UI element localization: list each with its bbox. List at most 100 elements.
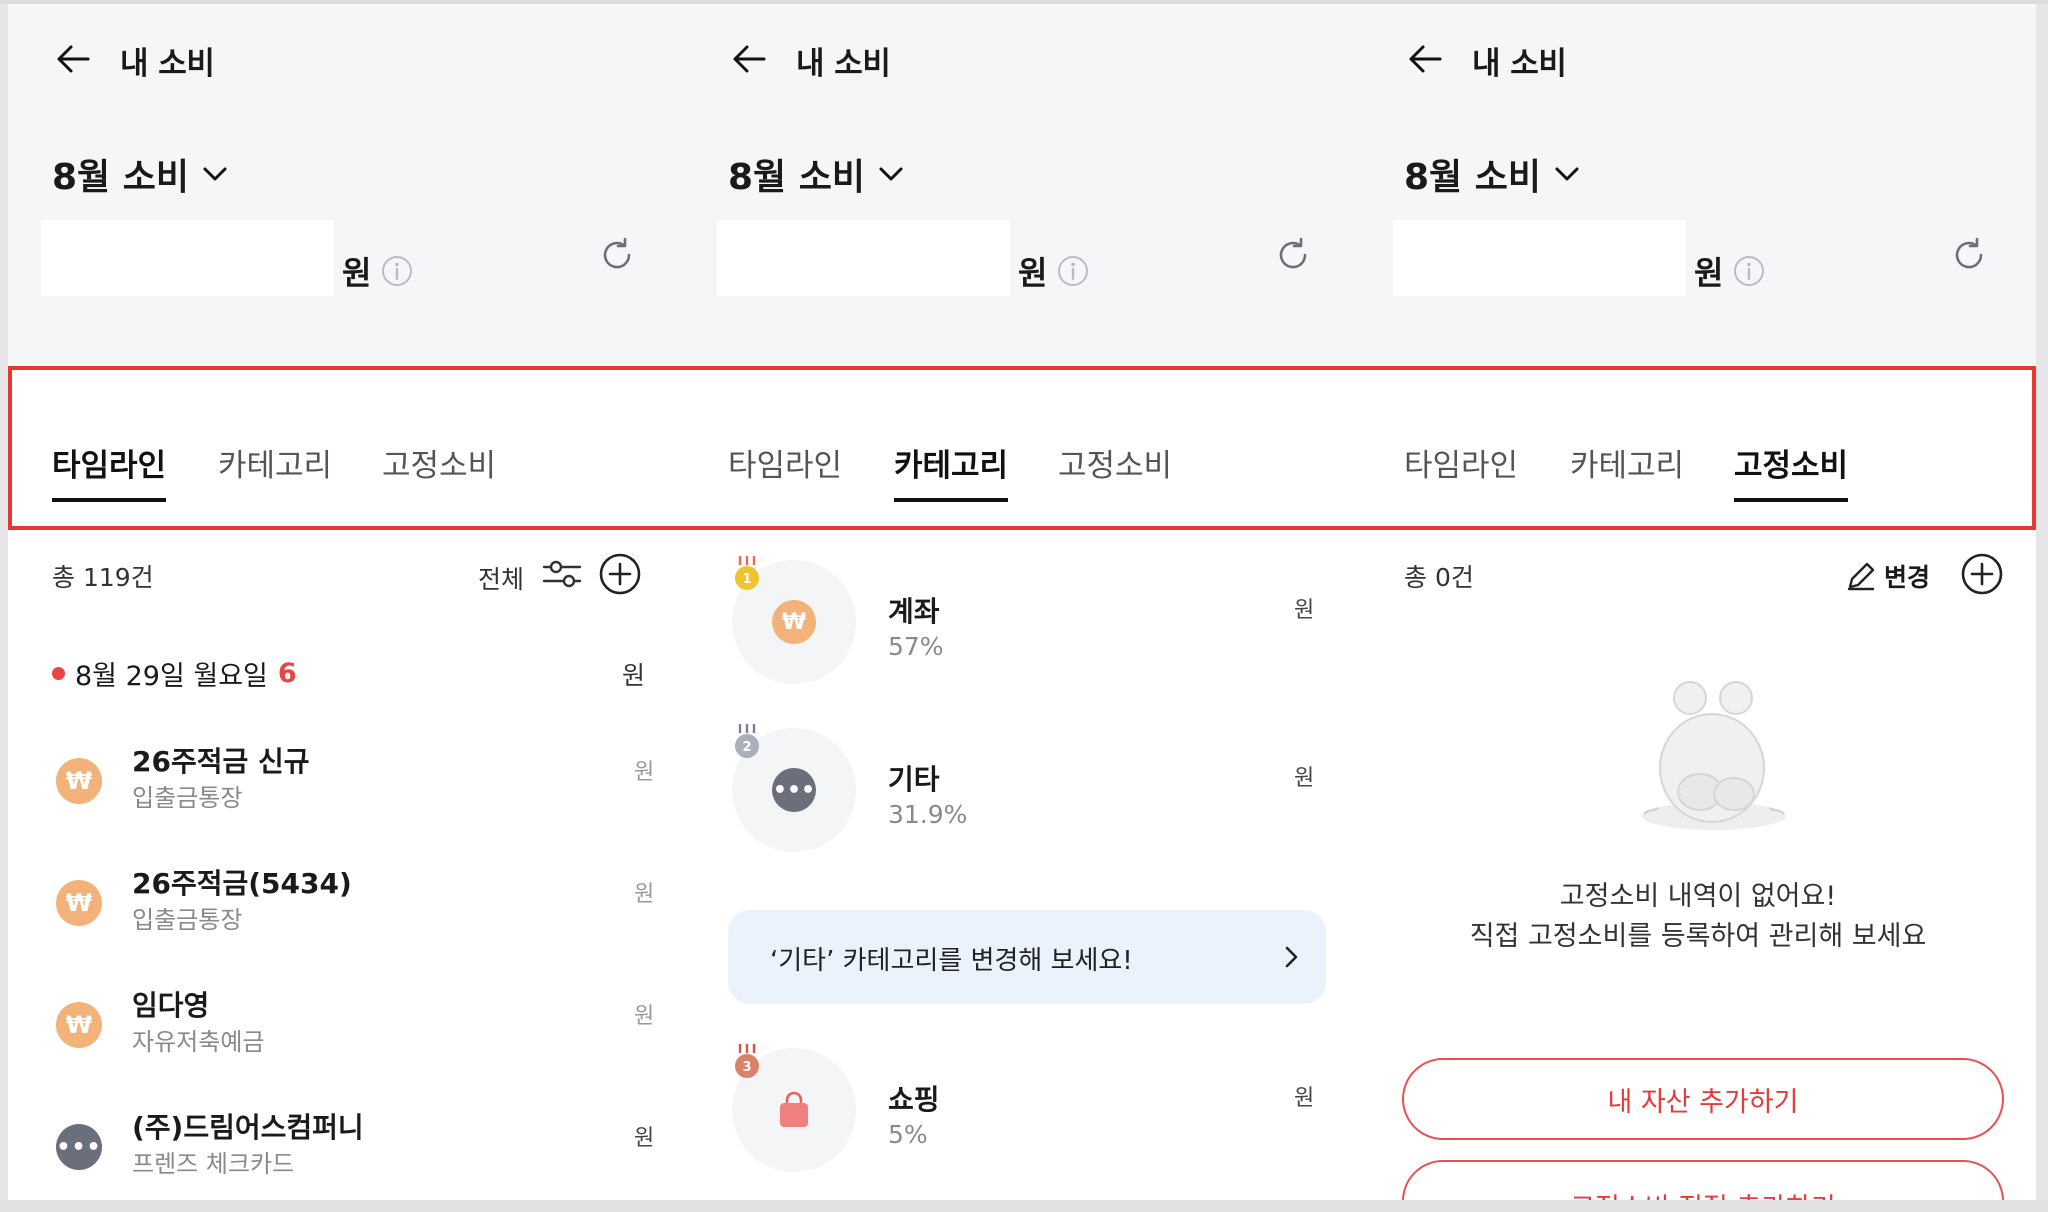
category-name: 기타 [888, 763, 940, 796]
tab-bar: 타임라인 카테고리 고정소비 [8, 404, 684, 514]
amount-redacted [717, 220, 1010, 296]
month-selector[interactable]: 8월 소비 [728, 148, 907, 200]
category-amount: 원 [1294, 598, 1315, 623]
today-dot [52, 667, 65, 680]
amount-currency: 원 [1694, 254, 1724, 292]
total-count: 총 0건 [1404, 563, 1474, 592]
won-coin-icon: ₩ [56, 758, 102, 804]
category-percent: 31.9% [888, 800, 968, 829]
back-arrow-icon[interactable] [52, 38, 94, 80]
screenshot-stage: 내 소비 8월 소비 원 타임라인 카테고리 고정소비 총 119건 전체 8월… [8, 4, 2036, 1200]
amount-currency: 원 [1018, 254, 1048, 292]
month-selector[interactable]: 8월 소비 [52, 148, 231, 200]
svg-text:1: 1 [742, 572, 751, 587]
category-name: 계좌 [888, 595, 940, 628]
category-name: 쇼핑 [888, 1083, 940, 1116]
page-title: 내 소비 [796, 46, 891, 82]
tx-amount: 원 [634, 760, 655, 785]
tab-timeline[interactable]: 타임라인 [728, 440, 842, 500]
empty-message: 고정소비 내역이 없어요! [1559, 881, 1837, 912]
bottom-border [0, 1200, 2048, 1212]
fixed-panel: 내 소비 8월 소비 원 타임라인 카테고리 고정소비 총 0건 변경 고정소비… [1360, 4, 2036, 1200]
category-amount: 원 [1294, 1086, 1315, 1111]
tx-amount: 원 [634, 1004, 655, 1029]
more-dots-icon: ••• [56, 1124, 102, 1170]
tab-bar: 타임라인 카테고리 고정소비 [1360, 404, 2036, 514]
more-dots-icon: ••• [772, 768, 816, 812]
tx-amount: 원 [634, 1126, 655, 1151]
filter-label[interactable]: 전체 [478, 560, 524, 596]
date-amount: 원 [622, 661, 646, 690]
refresh-icon[interactable] [596, 234, 638, 276]
add-circle-icon[interactable] [1960, 552, 2004, 596]
page-title: 내 소비 [120, 46, 215, 82]
amount-redacted [1393, 220, 1686, 296]
tx-account: 입출금통장 [132, 784, 243, 812]
tx-name: 임다영 [132, 989, 210, 1022]
header: 내 소비 8월 소비 원 [8, 4, 684, 364]
tab-bar: 타임라인 카테고리 고정소비 [684, 404, 1360, 514]
tab-fixed[interactable]: 고정소비 [1058, 440, 1172, 500]
medal-icon: 2 [735, 724, 759, 758]
chevron-down-icon [879, 167, 903, 181]
date-label: 8월 29일 월요일 [75, 661, 268, 692]
tab-fixed[interactable]: 고정소비 [1734, 440, 1849, 502]
tx-account: 프렌즈 체크카드 [132, 1150, 295, 1178]
date-header: 8월 29일 월요일 6 [52, 654, 297, 693]
amount-redacted [41, 220, 334, 296]
won-coin-icon: ₩ [772, 600, 816, 644]
month-label: 8월 소비 [1404, 157, 1541, 198]
list-item[interactable]: ₩ 임다영 자유저축예금 원 [56, 984, 656, 1074]
category-item[interactable]: ₩ 1 계좌 57% 원 [732, 556, 1332, 690]
edit-label: 변경 [1884, 563, 1931, 592]
tx-amount: 원 [634, 882, 655, 907]
tab-category[interactable]: 카테고리 [1570, 440, 1684, 500]
empty-character-illustration [1642, 681, 1786, 830]
category-percent: 57% [888, 632, 944, 661]
refresh-icon[interactable] [1272, 234, 1314, 276]
add-fixed-spending-button[interactable]: 고정소비 직접 추가하기 [1402, 1160, 2004, 1200]
category-panel: 내 소비 8월 소비 원 타임라인 카테고리 고정소비 ₩ 1 계좌 57% 원 [684, 4, 1360, 1200]
tab-category[interactable]: 카테고리 [894, 440, 1009, 502]
info-icon[interactable] [1056, 254, 1090, 288]
svg-text:2: 2 [742, 740, 751, 755]
add-asset-button[interactable]: 내 자산 추가하기 [1402, 1058, 2004, 1140]
tab-timeline[interactable]: 타임라인 [52, 440, 167, 502]
filter-sliders-icon[interactable] [540, 554, 584, 594]
won-coin-icon: ₩ [56, 1002, 102, 1048]
tx-name: 26주적금(5434) [132, 867, 352, 900]
medal-icon: 3 [735, 1044, 759, 1078]
category-amount: 원 [1294, 766, 1315, 791]
banner-text: ‘기타’ 카테고리를 변경해 보세요! [770, 946, 1133, 976]
tx-name: 26주적금 신규 [132, 745, 310, 778]
chevron-down-icon [1555, 167, 1579, 181]
back-arrow-icon[interactable] [1404, 38, 1446, 80]
edit-button[interactable]: 변경 [1844, 558, 1930, 594]
tx-account: 자유저축예금 [132, 1028, 265, 1056]
tab-category[interactable]: 카테고리 [218, 440, 332, 500]
empty-hint: 직접 고정소비를 등록하여 관리해 보세요 [1469, 921, 1927, 952]
tx-account: 입출금통장 [132, 906, 243, 934]
total-count: 총 119건 [52, 563, 154, 592]
add-circle-icon[interactable] [598, 552, 642, 596]
tab-timeline[interactable]: 타임라인 [1404, 440, 1518, 500]
list-item[interactable]: ₩ 26주적금 신규 입출금통장 원 [56, 740, 656, 830]
medal-icon: 1 [735, 556, 759, 590]
refresh-icon[interactable] [1948, 234, 1990, 276]
category-percent: 5% [888, 1120, 928, 1149]
tab-fixed[interactable]: 고정소비 [382, 440, 496, 500]
pencil-icon [1847, 562, 1875, 591]
list-item[interactable]: ••• (주)드림어스컴퍼니 프렌즈 체크카드 원 [56, 1106, 656, 1196]
change-category-banner[interactable]: ‘기타’ 카테고리를 변경해 보세요! [728, 910, 1326, 1004]
svg-text:3: 3 [742, 1060, 751, 1075]
tx-name: (주)드림어스컴퍼니 [132, 1111, 364, 1144]
info-icon[interactable] [380, 254, 414, 288]
category-item[interactable]: ••• 2 기타 31.9% 원 [732, 724, 1332, 858]
info-icon[interactable] [1732, 254, 1766, 288]
month-selector[interactable]: 8월 소비 [1404, 148, 1583, 200]
amount-currency: 원 [342, 254, 372, 292]
category-item[interactable]: 3 쇼핑 5% 원 [732, 1044, 1332, 1178]
list-item[interactable]: ₩ 26주적금(5434) 입출금통장 원 [56, 862, 656, 952]
back-arrow-icon[interactable] [728, 38, 770, 80]
page-title: 내 소비 [1472, 46, 1567, 82]
